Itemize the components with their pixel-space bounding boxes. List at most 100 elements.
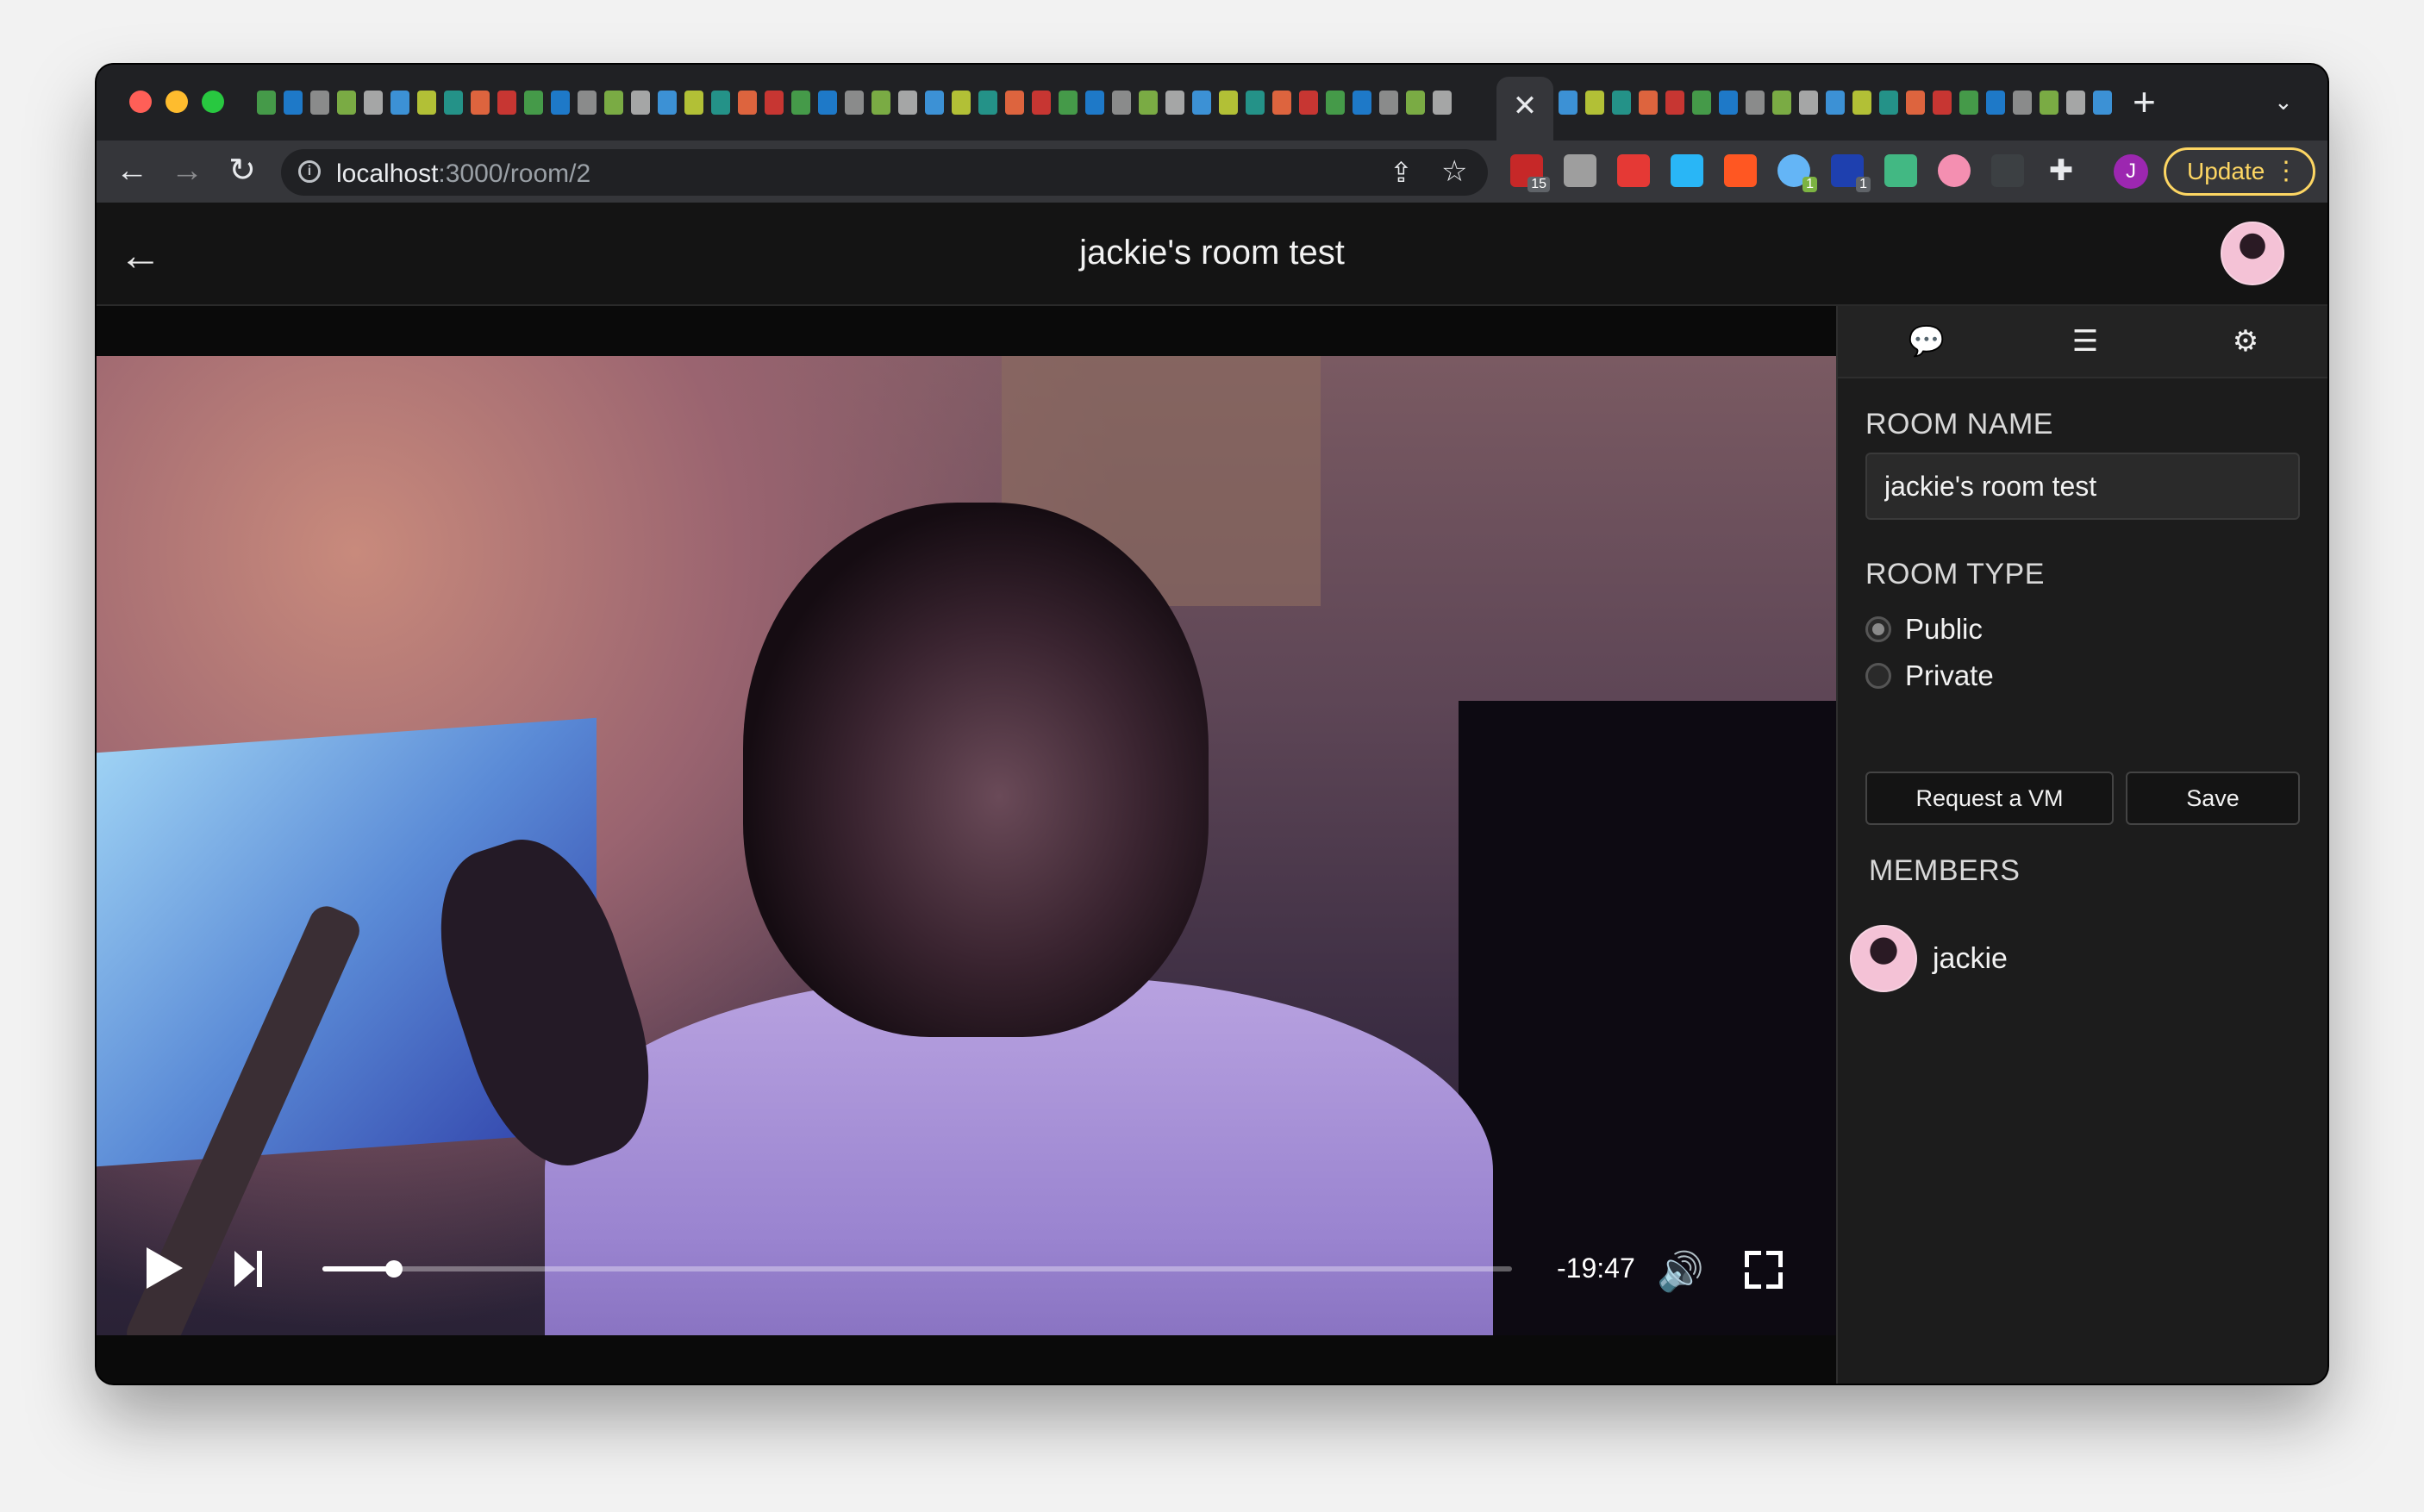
bitwarden-extension-icon[interactable]: 1 [1831,154,1871,192]
tab-favicon-icon[interactable] [417,91,436,115]
tab-favicon-icon[interactable] [1746,91,1765,115]
progress-handle[interactable] [384,1260,403,1278]
tab-favicon-icon[interactable] [1933,91,1952,115]
tab-favicon-icon[interactable] [1406,91,1425,115]
extension-icon-5[interactable] [1724,154,1757,187]
volume-icon[interactable]: 🔊 [1657,1249,1704,1294]
tab-favicon-icon[interactable] [257,91,276,115]
extension-icon-4[interactable] [1671,154,1703,187]
tab-favicon-icon[interactable] [872,91,890,115]
tab-favicon-icon[interactable] [471,91,490,115]
avatar[interactable] [2221,222,2284,285]
save-button[interactable]: Save [2126,772,2300,825]
tab-favicon-icon[interactable] [1112,91,1131,115]
tab-favicon-icon[interactable] [1879,91,1898,115]
share-icon[interactable]: ⇪ [1390,156,1413,189]
extension-icon-6[interactable]: 1 [1777,154,1817,192]
chat-bubbles-icon[interactable]: 💬 [1905,322,1948,361]
tab-favicon-icon[interactable] [1379,91,1398,115]
tab-favicon-icon[interactable] [978,91,997,115]
tab-favicon-icon[interactable] [925,91,944,115]
site-info-icon[interactable]: i [298,160,321,183]
extension-icon-3[interactable] [1617,154,1650,187]
tab-favicon-icon[interactable] [1906,91,1925,115]
tab-favicon-icon[interactable] [1299,91,1318,115]
tab-favicon-icon[interactable] [631,91,650,115]
tab-favicon-icon[interactable] [1826,91,1845,115]
tab-favicon-icon[interactable] [791,91,810,115]
tab-favicon-icon[interactable] [284,91,303,115]
update-button[interactable]: Update ⋮ [2164,147,2315,196]
tab-favicon-icon[interactable] [1692,91,1711,115]
video-frame[interactable]: -19:47 🔊 [97,356,1836,1335]
forward-icon[interactable]: → [167,151,207,191]
tab-favicon-icon[interactable] [1192,91,1211,115]
ublock-extension-icon[interactable]: 15 [1510,154,1550,192]
radio-private-circle[interactable] [1865,663,1891,689]
reload-icon[interactable]: ↻ [222,151,262,191]
tab-favicon-icon[interactable] [578,91,597,115]
request-vm-button[interactable]: Request a VM [1865,772,2114,825]
tab-favicon-icon[interactable] [1959,91,1978,115]
fullscreen-icon[interactable] [1745,1251,1783,1289]
tab-favicon-icon[interactable] [1986,91,2005,115]
room-name-input[interactable] [1865,453,2300,520]
tab-favicon-icon[interactable] [845,91,864,115]
tab-favicon-icon[interactable] [551,91,570,115]
tab-favicon-icon[interactable] [1852,91,1871,115]
tab-favicon-icon[interactable] [1085,91,1104,115]
tab-favicon-icon[interactable] [390,91,409,115]
reader-extension-icon[interactable] [1991,154,2024,187]
tab-favicon-icon[interactable] [711,91,730,115]
tab-favicon-icon[interactable] [2013,91,2032,115]
tab-favicon-icon[interactable] [1059,91,1078,115]
tab-favicon-icon[interactable] [1612,91,1631,115]
extensions-puzzle-icon[interactable]: ✚ [2041,151,2081,191]
tab-favicon-icon[interactable] [337,91,356,115]
tab-favicon-icon[interactable] [1246,91,1265,115]
tab-favicon-icon[interactable] [684,91,703,115]
tab-favicon-icon[interactable] [604,91,623,115]
tab-favicon-icon[interactable] [898,91,917,115]
address-bar[interactable]: i localhost:3000/room/2 ⇪ ☆ [281,149,1488,196]
tab-favicon-icon[interactable] [364,91,383,115]
tab-favicon-icon[interactable] [1326,91,1345,115]
tab-favicon-icon[interactable] [2093,91,2112,115]
tab-favicon-icon[interactable] [497,91,516,115]
video-player[interactable]: -19:47 🔊 [97,306,1836,1384]
tab-favicon-icon[interactable] [1165,91,1184,115]
tab-favicon-icon[interactable] [1772,91,1791,115]
tab-favicon-icon[interactable] [658,91,677,115]
vue-devtools-icon[interactable] [1884,154,1917,187]
tab-favicon-icon[interactable] [765,91,784,115]
tab-favicon-icon[interactable] [524,91,543,115]
maximize-window-button[interactable] [202,91,224,113]
tab-favicon-icon[interactable] [1353,91,1371,115]
tab-favicon-icon[interactable] [2066,91,2085,115]
radio-public-circle[interactable] [1865,616,1891,642]
address-url[interactable]: localhost:3000/room/2 [336,159,590,189]
minimize-window-button[interactable] [166,91,188,113]
list-icon[interactable]: ☰ [2064,322,2107,361]
next-icon[interactable] [234,1251,264,1287]
tab-favicon-icon[interactable] [1665,91,1684,115]
tab-favicon-icon[interactable] [818,91,837,115]
progress-bar[interactable] [322,1260,1512,1278]
tab-favicon-icon[interactable] [444,91,463,115]
tab-favicon-icon[interactable] [310,91,329,115]
tab-favicon-icon[interactable] [738,91,757,115]
list-item[interactable]: jackie [1850,925,2281,994]
tab-favicon-icon[interactable] [1032,91,1051,115]
tab-search-chevron-icon[interactable]: ⌄ [2274,89,2293,116]
active-tab[interactable]: ✕ [1496,77,1553,141]
gear-icon[interactable]: ⚙ [2224,322,2267,361]
tab-favicon-icon[interactable] [1005,91,1024,115]
extension-icon-2[interactable] [1564,154,1596,187]
tab-favicon-icon[interactable] [1559,91,1577,115]
profile-avatar[interactable]: J [2114,154,2148,189]
tab-favicon-icon[interactable] [1139,91,1158,115]
new-tab-plus-icon[interactable]: + [2133,78,2156,125]
extension-flower-icon[interactable] [1938,154,1971,187]
tab-favicon-icon[interactable] [1585,91,1604,115]
play-icon[interactable] [147,1247,183,1289]
